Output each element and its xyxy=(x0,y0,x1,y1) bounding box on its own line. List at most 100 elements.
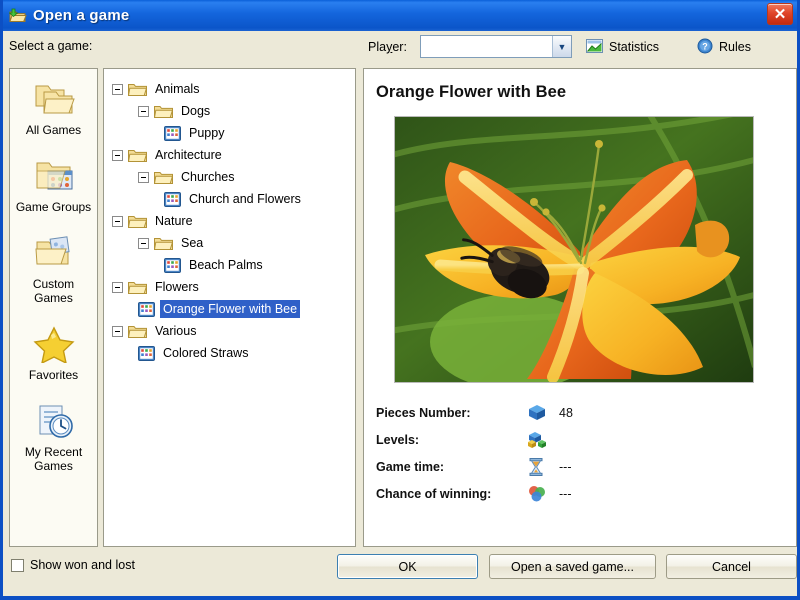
sidebar-item-label: My Recent Games xyxy=(24,445,83,473)
folder-icon xyxy=(153,104,174,119)
open-saved-game-label: Open a saved game... xyxy=(511,559,634,574)
svg-text:?: ? xyxy=(702,41,708,51)
sidebar-item-game-groups[interactable]: Game Groups xyxy=(10,146,97,223)
metadata-label: Levels: xyxy=(376,432,420,447)
metadata-value: 48 xyxy=(559,405,573,420)
tree-folder-node[interactable]: Architecture xyxy=(104,144,355,166)
tree-folder-node[interactable]: Sea xyxy=(104,232,355,254)
cancel-button-label: Cancel xyxy=(712,559,751,574)
checkbox-label: Show won and lost xyxy=(30,558,135,572)
folder-groups-icon xyxy=(32,157,76,195)
tree-node-label: Animals xyxy=(155,82,200,96)
flower-preview-illustration xyxy=(395,117,753,382)
help-circle-icon: ? xyxy=(697,38,713,57)
folder-icon xyxy=(153,170,174,185)
metadata-row: Chance of winning: --- xyxy=(376,480,796,507)
puzzle-game-icon xyxy=(138,301,155,317)
statistics-label: Statistics xyxy=(609,40,660,54)
sidebar-item-custom-games[interactable]: Custom Games xyxy=(10,223,97,314)
puzzle-game-icon xyxy=(138,345,155,361)
color-circles-icon xyxy=(528,485,548,503)
sidebar-item-label: All Games xyxy=(25,123,82,137)
tree-folder-node[interactable]: Animals xyxy=(104,78,355,100)
dialog-footer: Show won and lost OK Open a saved game..… xyxy=(3,550,797,596)
title-bar: Open a game ✕ xyxy=(3,0,797,31)
folder-icon xyxy=(127,148,148,163)
blue-cube-icon xyxy=(528,404,548,422)
tree-node-label: Puppy xyxy=(189,126,225,140)
recent-clock-icon xyxy=(32,402,76,440)
chevron-down-icon[interactable]: ▼ xyxy=(552,36,571,57)
tree-expander-icon[interactable] xyxy=(138,105,149,117)
open-saved-game-button[interactable]: Open a saved game... xyxy=(489,554,656,579)
tree-expander-icon[interactable] xyxy=(112,83,123,95)
tree-node-label: Dogs xyxy=(181,104,211,118)
tree-expander-icon[interactable] xyxy=(138,237,149,249)
close-icon: ✕ xyxy=(773,5,787,23)
folder-icon xyxy=(127,324,148,339)
tree-folder-node[interactable]: Dogs xyxy=(104,100,355,122)
folder-icon xyxy=(153,236,174,251)
tree-game-node[interactable]: Beach Palms xyxy=(104,254,355,276)
game-tree[interactable]: Animals Dogs Puppy Architecture Churches… xyxy=(103,68,356,547)
tree-folder-node[interactable]: Flowers xyxy=(104,276,355,298)
tree-game-node[interactable]: Colored Straws xyxy=(104,342,355,364)
folder-icon xyxy=(127,214,148,229)
player-combobox[interactable]: ▼ xyxy=(420,35,572,58)
select-a-game-label: Select a game: xyxy=(9,39,93,53)
hourglass-icon xyxy=(528,457,548,476)
tree-node-label: Sea xyxy=(181,236,204,250)
tree-node-label: Church and Flowers xyxy=(189,192,301,206)
tree-expander-icon[interactable] xyxy=(112,149,123,161)
close-button[interactable]: ✕ xyxy=(767,3,793,25)
sidebar-item-all-games[interactable]: All Games xyxy=(10,69,97,146)
chart-icon xyxy=(586,38,603,57)
sidebar-item-label: Favorites xyxy=(28,368,79,382)
tree-expander-icon[interactable] xyxy=(112,325,123,337)
tree-expander-icon[interactable] xyxy=(112,215,123,227)
window-title: Open a game xyxy=(33,7,130,24)
tree-node-label: Beach Palms xyxy=(189,258,263,272)
tree-folder-node[interactable]: Churches xyxy=(104,166,355,188)
player-combobox-value[interactable] xyxy=(421,36,552,57)
tree-node-label: Architecture xyxy=(155,148,222,162)
tree-expander-icon[interactable] xyxy=(112,281,123,293)
metadata-label: Game time: xyxy=(376,459,445,474)
tree-folder-node[interactable]: Nature xyxy=(104,210,355,232)
open-folder-icon xyxy=(8,7,27,25)
page-title: Orange Flower with Bee xyxy=(376,83,567,101)
checkbox-box[interactable] xyxy=(11,558,24,572)
ok-button[interactable]: OK xyxy=(337,554,478,579)
metadata-row: Levels: xyxy=(376,426,796,453)
metadata-label: Pieces Number: xyxy=(376,405,471,420)
metadata-value: --- xyxy=(559,486,572,501)
folder-custom-icon xyxy=(32,234,76,272)
puzzle-game-icon xyxy=(164,191,181,207)
show-won-and-lost-checkbox[interactable]: Show won and lost xyxy=(11,558,135,572)
tree-expander-icon[interactable] xyxy=(138,171,149,183)
folder-icon xyxy=(127,280,148,295)
statistics-button[interactable]: Statistics xyxy=(586,36,659,58)
rules-button[interactable]: ? Rules xyxy=(697,36,751,58)
colored-cubes-icon xyxy=(528,431,548,449)
sidebar-item-favorites[interactable]: Favorites xyxy=(10,314,97,391)
tree-node-label: Flowers xyxy=(155,280,199,294)
cancel-button[interactable]: Cancel xyxy=(666,554,797,579)
sidebar-item-label: Game Groups xyxy=(15,200,92,214)
puzzle-game-icon xyxy=(164,125,181,141)
category-sidebar[interactable]: All Games Game Groups Custom Games Favor… xyxy=(9,68,98,547)
tree-game-node[interactable]: Church and Flowers xyxy=(104,188,355,210)
ok-button-label: OK xyxy=(398,559,417,574)
tree-node-label: Nature xyxy=(155,214,193,228)
metadata-label: Chance of winning: xyxy=(376,486,492,501)
tree-game-node[interactable]: Puppy xyxy=(104,122,355,144)
tree-game-node[interactable]: Orange Flower with Bee xyxy=(104,298,355,320)
folders-icon xyxy=(32,80,76,118)
sidebar-item-label: Custom Games xyxy=(32,277,75,305)
rules-label: Rules xyxy=(719,40,751,54)
metadata-row: Game time: --- xyxy=(376,453,796,480)
game-metadata-table: Pieces Number: 48 Levels: Game time: --- C… xyxy=(376,399,796,507)
toolbar-row: Select a game: Player: ▼ Statistics ? Ru… xyxy=(3,31,797,64)
tree-folder-node[interactable]: Various xyxy=(104,320,355,342)
sidebar-item-my-recent-games[interactable]: My Recent Games xyxy=(10,391,97,482)
